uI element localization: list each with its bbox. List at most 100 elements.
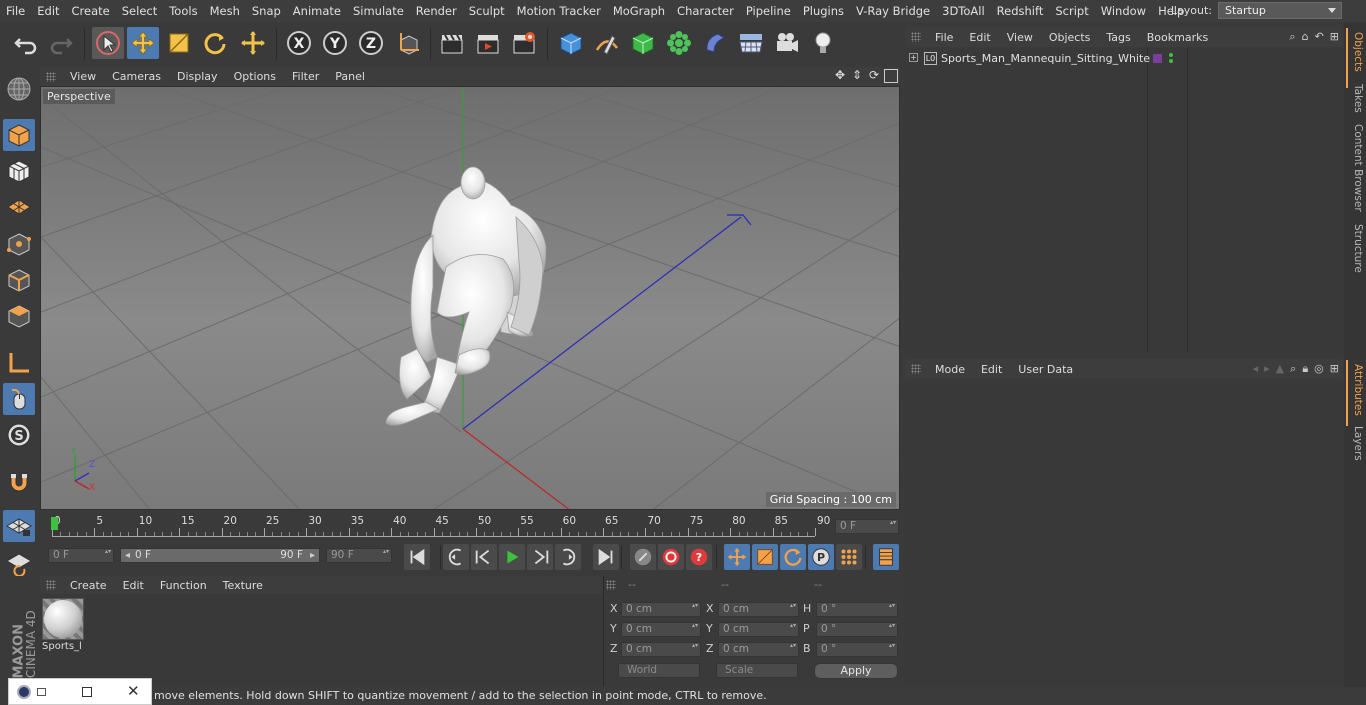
new-window-icon[interactable]: ⊞ [1330, 30, 1339, 44]
tab-content-browser[interactable]: Content Browser [1346, 120, 1364, 220]
lock-icon[interactable]: 🔒︎ [1302, 362, 1308, 376]
expand-icon[interactable]: + [909, 53, 918, 62]
viewport-menu-cameras[interactable]: Cameras [104, 70, 169, 83]
viewport-menu-options[interactable]: Options [226, 70, 284, 83]
points-mode-button[interactable] [3, 228, 35, 260]
model-mode-button[interactable] [3, 119, 35, 151]
coord-size-field[interactable]: 0 cm [718, 622, 799, 637]
play-forward-button[interactable] [499, 544, 525, 570]
key-rotation-button[interactable] [780, 544, 806, 570]
search-icon[interactable]: ⌕ [1289, 30, 1295, 44]
coord-size-field[interactable]: 0 cm [718, 602, 799, 617]
objects-menu-file[interactable]: File [927, 31, 961, 44]
texture-mode-button[interactable] [3, 155, 35, 187]
objects-menu-bookmarks[interactable]: Bookmarks [1139, 31, 1216, 44]
attributes-menu-edit[interactable]: Edit [973, 363, 1010, 376]
snap-button[interactable] [3, 466, 35, 498]
coord-pos-field[interactable]: 0 cm [621, 642, 701, 657]
edges-mode-button[interactable] [3, 264, 35, 296]
search-icon[interactable]: ⌕ [1290, 362, 1296, 376]
coord-rot-field[interactable]: 0 ° [816, 602, 898, 617]
material-menu-create[interactable]: Create [62, 579, 115, 592]
key-position-button[interactable] [724, 544, 750, 570]
objects-menu-objects[interactable]: Objects [1041, 31, 1099, 44]
tweak-mode-button[interactable] [3, 383, 35, 415]
tab-attributes[interactable]: Attributes [1346, 360, 1364, 426]
motion-record-button[interactable] [630, 544, 656, 570]
forward-arrow-icon[interactable]: ▸ [1264, 362, 1270, 376]
coord-rot-field[interactable]: 0 ° [816, 642, 898, 657]
render-picture-viewer-button[interactable] [472, 27, 504, 59]
menu-redshift[interactable]: Redshift [991, 0, 1050, 22]
z-axis-button[interactable]: Z [355, 27, 387, 59]
live-selection-button[interactable] [92, 27, 124, 59]
range-left-arrow-icon[interactable]: ◂ [125, 549, 130, 562]
undo-button[interactable] [10, 27, 42, 59]
menu-edit[interactable]: Edit [31, 0, 65, 22]
menu-animate[interactable]: Animate [287, 0, 347, 22]
make-editable-button[interactable] [3, 73, 35, 105]
object-name[interactable]: Sports_Man_Mannequin_Sitting_White [941, 52, 1150, 65]
previous-frame-button[interactable] [471, 544, 497, 570]
recent-tool-button[interactable] [237, 27, 269, 59]
menu-render[interactable]: Render [410, 0, 463, 22]
perspective-viewport[interactable]: Perspective Y Z X Grid Spacing : 100 cm [40, 86, 900, 510]
objects-menu-tags[interactable]: Tags [1098, 31, 1138, 44]
coord-size-mode-select[interactable]: Scale [716, 663, 798, 678]
camera-button[interactable] [771, 27, 803, 59]
maximize-icon[interactable] [82, 686, 92, 697]
render-visibility-dot[interactable] [1169, 59, 1173, 63]
end-frame-field[interactable]: 90 F [326, 548, 392, 563]
coord-pos-field[interactable]: 0 cm [621, 602, 701, 617]
playhead-marker[interactable] [51, 517, 58, 530]
apply-button[interactable]: Apply [814, 663, 898, 679]
layer-color-swatch[interactable] [1153, 54, 1162, 63]
objects-menu-edit[interactable]: Edit [961, 31, 998, 44]
menu-character[interactable]: Character [671, 0, 740, 22]
viewport-menu-view[interactable]: View [62, 70, 104, 83]
y-axis-button[interactable]: Y [319, 27, 351, 59]
cube-object-button[interactable] [555, 27, 587, 59]
go-to-end-button[interactable] [593, 544, 619, 570]
tab-objects[interactable]: Objects [1346, 28, 1364, 88]
menu-window[interactable]: Window [1095, 0, 1152, 22]
menu-plugins[interactable]: Plugins [797, 0, 850, 22]
object-row[interactable]: + L0 Sports_Man_Mannequin_Sitting_White [905, 51, 1343, 69]
menu-simulate[interactable]: Simulate [347, 0, 410, 22]
menu-pipeline[interactable]: Pipeline [740, 0, 797, 22]
target-icon[interactable]: ◎ [1314, 362, 1324, 376]
coord-pos-field[interactable]: 0 cm [621, 622, 701, 637]
key-point-level-button[interactable] [836, 544, 862, 570]
workplane-lock-button[interactable] [3, 510, 35, 542]
menu-3dtoall[interactable]: 3DToAll [936, 0, 991, 22]
locked-workplane-button[interactable] [3, 547, 35, 579]
viewport-menu-panel[interactable]: Panel [327, 70, 373, 83]
next-frame-button[interactable] [527, 544, 553, 570]
home-icon[interactable]: ⌂ [1302, 30, 1309, 44]
workplane-mode-button[interactable] [3, 191, 35, 223]
redo-button[interactable] [45, 27, 77, 59]
viewport-menu-filter[interactable]: Filter [284, 70, 327, 83]
menu-motion-tracker[interactable]: Motion Tracker [511, 0, 607, 22]
light-button[interactable] [807, 27, 839, 59]
pen-spline-button[interactable] [591, 27, 623, 59]
viewport-menu-display[interactable]: Display [169, 70, 226, 83]
polygons-mode-button[interactable] [3, 300, 35, 332]
menu-mesh[interactable]: Mesh [204, 0, 246, 22]
dolly-icon[interactable]: ⇕ [850, 68, 864, 82]
coord-rot-field[interactable]: 0 ° [816, 622, 898, 637]
back-icon[interactable]: ↶ [1315, 30, 1324, 44]
autokey-button[interactable]: ? [686, 544, 712, 570]
render-settings-button[interactable] [508, 27, 540, 59]
material-thumbnail[interactable]: Sports_l [42, 598, 86, 652]
record-active-button[interactable] [658, 544, 684, 570]
material-menu-function[interactable]: Function [152, 579, 215, 592]
maximize-view-icon[interactable] [884, 69, 898, 83]
pan-icon[interactable]: ✥ [833, 68, 847, 82]
floor-scene-button[interactable] [735, 27, 767, 59]
next-keyframe-button[interactable] [555, 544, 581, 570]
menu-mograph[interactable]: MoGraph [607, 0, 671, 22]
attributes-menu-user-data[interactable]: User Data [1010, 363, 1081, 376]
menu-snap[interactable]: Snap [246, 0, 287, 22]
restore-icon[interactable] [37, 687, 46, 696]
